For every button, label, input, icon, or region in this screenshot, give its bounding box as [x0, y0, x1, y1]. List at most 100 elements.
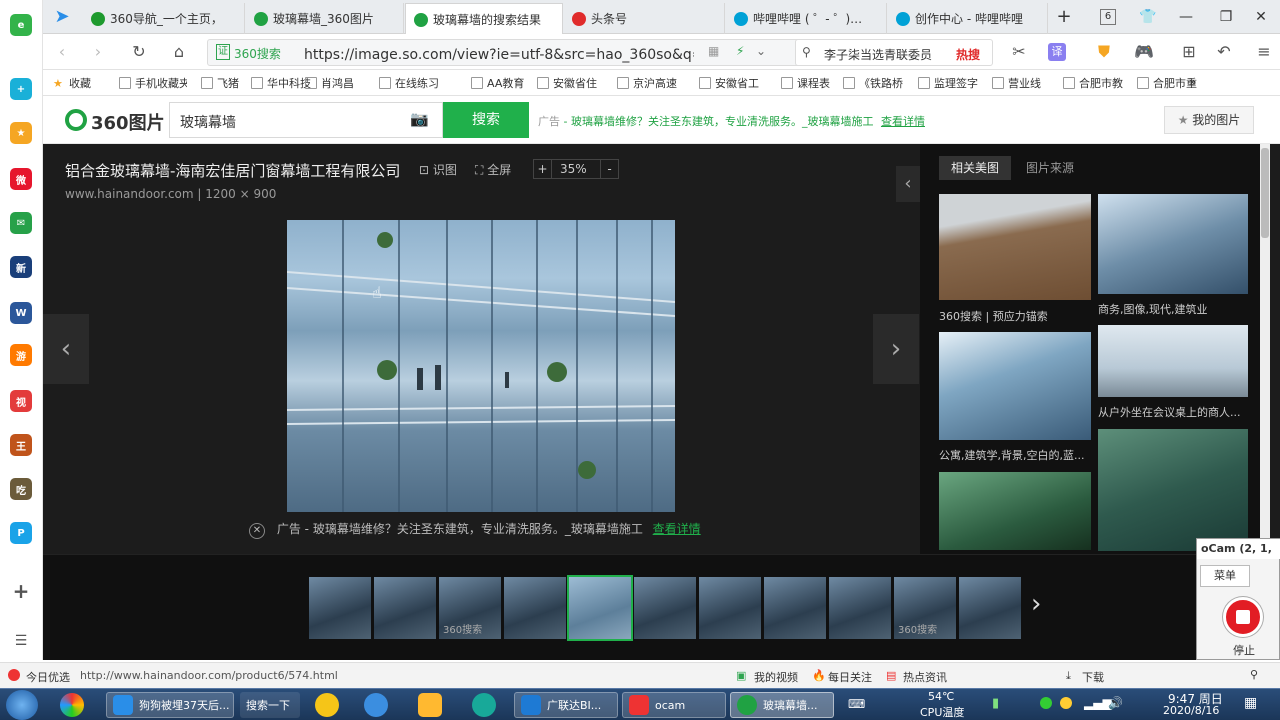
bookmark-item[interactable]: ★ 收藏 — [53, 75, 91, 91]
bookmark-item[interactable]: 京沪高速 — [617, 75, 677, 91]
new-tab-button[interactable]: + — [1053, 6, 1075, 28]
taskbar-item[interactable]: 广联达BI... — [514, 692, 618, 718]
filmstrip-thumbnail[interactable] — [634, 577, 696, 639]
stop-record-icon[interactable] — [1223, 597, 1263, 637]
bookmark-item[interactable]: 飞猪 — [201, 75, 239, 91]
apps-plus-icon[interactable]: + — [10, 78, 32, 100]
related-image[interactable] — [939, 472, 1091, 550]
browser-tab[interactable]: 360导航_一个主页， — [83, 3, 245, 34]
scissors-icon[interactable]: ✂ — [1008, 41, 1030, 63]
box-icon[interactable] — [418, 693, 442, 717]
browser-tab[interactable]: 哔哩哔哩 ( ゜- ゜)つロ — [726, 3, 887, 34]
grid-icon[interactable]: ⊞ — [1178, 41, 1200, 63]
home-icon[interactable]: ⌂ — [168, 41, 190, 63]
translate-icon[interactable]: 译 — [1048, 43, 1066, 61]
taskbar-item[interactable]: 搜索一下 — [240, 692, 300, 718]
bookmark-item[interactable]: 手机收藏夹 — [119, 75, 187, 91]
filmstrip-thumbnail[interactable]: 360搜索 — [894, 577, 956, 639]
main-image[interactable] — [287, 220, 675, 512]
filmstrip-thumbnail[interactable] — [309, 577, 371, 639]
header-ad-link[interactable]: 查看详情 — [881, 115, 925, 128]
mail-icon[interactable]: ✉ — [10, 212, 32, 234]
filmstrip-thumbnail[interactable] — [764, 577, 826, 639]
browser-taskbar-icon[interactable] — [60, 693, 84, 717]
next-image-button[interactable]: › — [873, 314, 919, 384]
shirt-icon[interactable]: 👕 — [1137, 6, 1159, 28]
related-image[interactable] — [1098, 325, 1248, 397]
filmstrip-thumbnail[interactable] — [567, 575, 633, 641]
tab-count-badge[interactable]: 6 — [1100, 9, 1116, 25]
close-window-button[interactable]: ✕ — [1250, 6, 1272, 28]
menu-icon[interactable]: ≡ — [1253, 41, 1275, 63]
viewer-ad-link[interactable]: 查看详情 — [653, 522, 701, 536]
browser-tab[interactable]: 玻璃幕墙的搜索结果 — [405, 3, 563, 35]
tray-icon[interactable] — [1060, 697, 1072, 709]
zoom-in-button[interactable]: + — [534, 160, 552, 178]
weibo-icon[interactable]: 微 — [10, 168, 32, 190]
bookmark-item[interactable]: 安徽省工 — [699, 75, 759, 91]
forward-icon[interactable]: › — [87, 41, 109, 63]
qq-icon[interactable] — [315, 693, 339, 717]
status-item[interactable]: 每日关注 — [828, 669, 872, 685]
site-search-button[interactable]: 搜索 — [443, 102, 529, 138]
doc-icon[interactable]: W — [10, 302, 32, 324]
game-icon[interactable]: 王 — [10, 434, 32, 456]
filmstrip-thumbnail[interactable] — [504, 577, 566, 639]
video-icon[interactable]: 视 — [10, 390, 32, 412]
bookmark-item[interactable]: 监理签字 — [918, 75, 978, 91]
maximize-button[interactable]: ❐ — [1215, 6, 1237, 28]
url-input[interactable]: 证 360搜索 https://image.so.com/view?ie=utf… — [207, 39, 827, 66]
identify-button[interactable]: ⊡ 识图 — [419, 161, 457, 178]
back-icon[interactable]: ‹ — [51, 41, 73, 63]
bookmark-item[interactable]: 合肥市教 — [1063, 75, 1123, 91]
lightning-icon[interactable]: ⚡ — [736, 44, 744, 58]
collapse-panel-button[interactable]: ‹ — [896, 166, 920, 202]
today-label[interactable]: 今日优选 — [26, 669, 70, 685]
pubg-icon[interactable]: 吃 — [10, 478, 32, 500]
p-app-icon[interactable]: P — [10, 522, 32, 544]
clock-date[interactable]: 2020/8/16 — [1163, 704, 1219, 717]
status-item[interactable]: 下载 — [1082, 669, 1104, 685]
battery-icon[interactable]: ▮ — [992, 696, 999, 711]
browser-tab[interactable]: 头条号 — [564, 3, 725, 34]
taskbar-item[interactable]: 玻璃幕墙... — [730, 692, 834, 718]
fullscreen-button[interactable]: ⛶ 全屏 — [475, 161, 511, 178]
keyboard-icon[interactable]: ⌨ — [848, 697, 865, 711]
tab-related[interactable]: 相关美图 — [939, 156, 1011, 180]
news-icon[interactable]: 新 — [10, 256, 32, 278]
filmstrip-next-icon[interactable]: › — [1031, 589, 1041, 619]
start-button[interactable] — [6, 690, 38, 720]
related-caption[interactable]: 360搜索 | 预应力锚索 — [939, 308, 1048, 324]
camera-icon[interactable]: 📷 — [410, 110, 429, 128]
bookmark-item[interactable]: AA教育 — [471, 75, 524, 91]
gamepad-icon[interactable]: 🎮 — [1133, 41, 1155, 63]
top-search-input[interactable]: ⚲ 李子柒当选青联委员 热搜 — [795, 39, 993, 66]
header-ad-text[interactable]: - 玻璃幕墙维修？关注圣东建筑，专业清洗服务。_玻璃幕墙施工 — [564, 115, 874, 128]
more-bookmarks-icon[interactable]: » — [1189, 75, 1196, 89]
my-images-button[interactable]: ★ 我的图片 — [1164, 106, 1254, 134]
related-caption[interactable]: 商务,图像,现代,建筑业 — [1098, 301, 1208, 317]
related-image[interactable] — [1098, 429, 1248, 551]
navigation-icon[interactable]: ➤ — [51, 6, 73, 28]
site-logo[interactable]: 360图片 — [91, 109, 165, 135]
source-domain[interactable]: www.hainandoor.com — [65, 187, 194, 201]
chevron-down-icon[interactable]: ⌄ — [756, 44, 766, 58]
filmstrip-thumbnail[interactable] — [699, 577, 761, 639]
filmstrip-thumbnail[interactable]: 360搜索 — [439, 577, 501, 639]
ocam-menu-button[interactable]: 菜单 — [1200, 565, 1250, 587]
filmstrip-thumbnail[interactable] — [374, 577, 436, 639]
browser-tab[interactable]: 创作中心 - 哔哩哔哩 — [888, 3, 1048, 34]
refresh-icon[interactable]: ↻ — [128, 41, 150, 63]
game-center-icon[interactable]: 游 — [10, 344, 32, 366]
bookmark-item[interactable]: 《铁路桥 — [843, 75, 903, 91]
site-search-input[interactable]: 玻璃幕墙 📷 — [169, 102, 443, 138]
bookmark-item[interactable]: 在线练习 — [379, 75, 439, 91]
tab-source[interactable]: 图片来源 — [1014, 156, 1086, 180]
favorites-star-icon[interactable]: ★ — [10, 122, 32, 144]
related-caption[interactable]: 公寓,建筑学,背景,空白的,蓝... — [939, 447, 1091, 463]
bookmark-item[interactable]: 华中科技 — [251, 75, 311, 91]
related-caption[interactable]: 从户外坐在会议桌上的商人... — [1098, 404, 1248, 420]
target-icon[interactable] — [472, 693, 496, 717]
filmstrip-thumbnail[interactable] — [959, 577, 1021, 639]
bookmark-item[interactable]: 合肥市重 — [1137, 75, 1197, 91]
